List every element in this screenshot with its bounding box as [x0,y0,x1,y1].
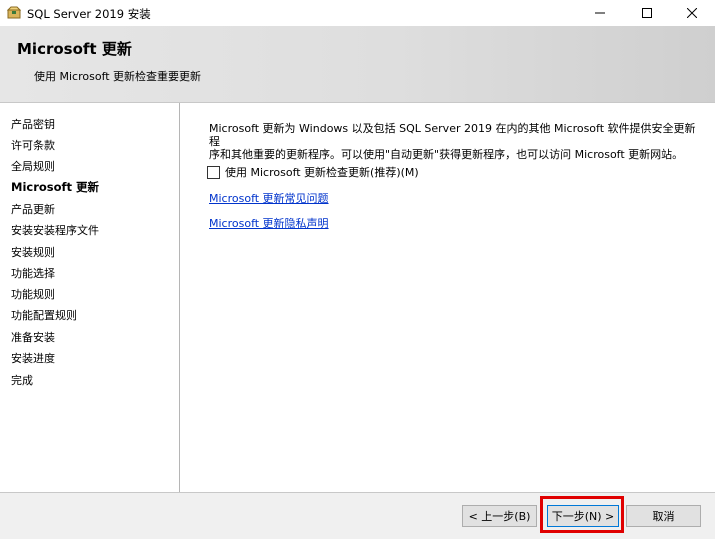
faq-link[interactable]: Microsoft 更新常见问题 [209,190,329,206]
minimize-icon [595,8,605,18]
sidebar-item-install-setup-files[interactable]: 安装安装程序文件 [11,222,99,238]
sidebar-item-product-key[interactable]: 产品密钥 [11,116,55,132]
page-title: Microsoft 更新 [17,40,132,58]
maximize-button[interactable] [624,0,670,26]
checkbox-box[interactable] [207,165,220,179]
sidebar-item-license-terms[interactable]: 许可条款 [11,137,55,153]
sidebar-item-install-progress[interactable]: 安装进度 [11,350,55,366]
close-button[interactable] [669,0,715,26]
main-content: Microsoft 更新为 Windows 以及包括 SQL Server 20… [180,103,715,492]
minimize-button[interactable] [577,0,623,26]
checkbox-label[interactable]: 使用 Microsoft 更新检查更新(推荐)(M) [225,164,419,180]
description-line-2: 序和其他重要的更新程序。可以使用"自动更新"获得更新程序，也可以访问 Micro… [209,148,684,161]
sidebar-item-feature-config-rules[interactable]: 功能配置规则 [11,307,77,323]
next-button-highlight [540,496,624,533]
sql-setup-box-icon [6,6,22,19]
maximize-icon [642,8,652,18]
page-header: Microsoft 更新 使用 Microsoft 更新检查重要更新 [0,26,715,102]
sidebar-item-product-updates[interactable]: 产品更新 [11,201,55,217]
sidebar-item-microsoft-update[interactable]: Microsoft 更新 [11,179,99,195]
page-subtitle: 使用 Microsoft 更新检查重要更新 [34,70,202,83]
window-title: SQL Server 2019 安装 [27,7,151,21]
privacy-statement-link[interactable]: Microsoft 更新隐私声明 [209,215,329,231]
close-icon [687,8,697,18]
cancel-button[interactable]: 取消 [626,505,701,527]
sidebar-item-feature-rules[interactable]: 功能规则 [11,286,55,302]
use-microsoft-update-checkbox[interactable]: 使用 Microsoft 更新检查更新(推荐)(M) [207,164,419,180]
sidebar-item-install-rules[interactable]: 安装规则 [11,244,55,260]
description-line-1: Microsoft 更新为 Windows 以及包括 SQL Server 20… [209,122,696,148]
back-button[interactable]: < 上一步(B) [462,505,537,527]
title-bar[interactable]: SQL Server 2019 安装 [0,0,715,26]
sidebar-item-complete[interactable]: 完成 [11,372,33,388]
update-description: Microsoft 更新为 Windows 以及包括 SQL Server 20… [209,122,704,161]
steps-sidebar: 产品密钥 许可条款 全局规则 Microsoft 更新 产品更新 安装安装程序文… [0,103,179,492]
sidebar-item-feature-selection[interactable]: 功能选择 [11,265,55,281]
sidebar-item-global-rules[interactable]: 全局规则 [11,158,55,174]
sidebar-item-ready-to-install[interactable]: 准备安装 [11,329,55,345]
